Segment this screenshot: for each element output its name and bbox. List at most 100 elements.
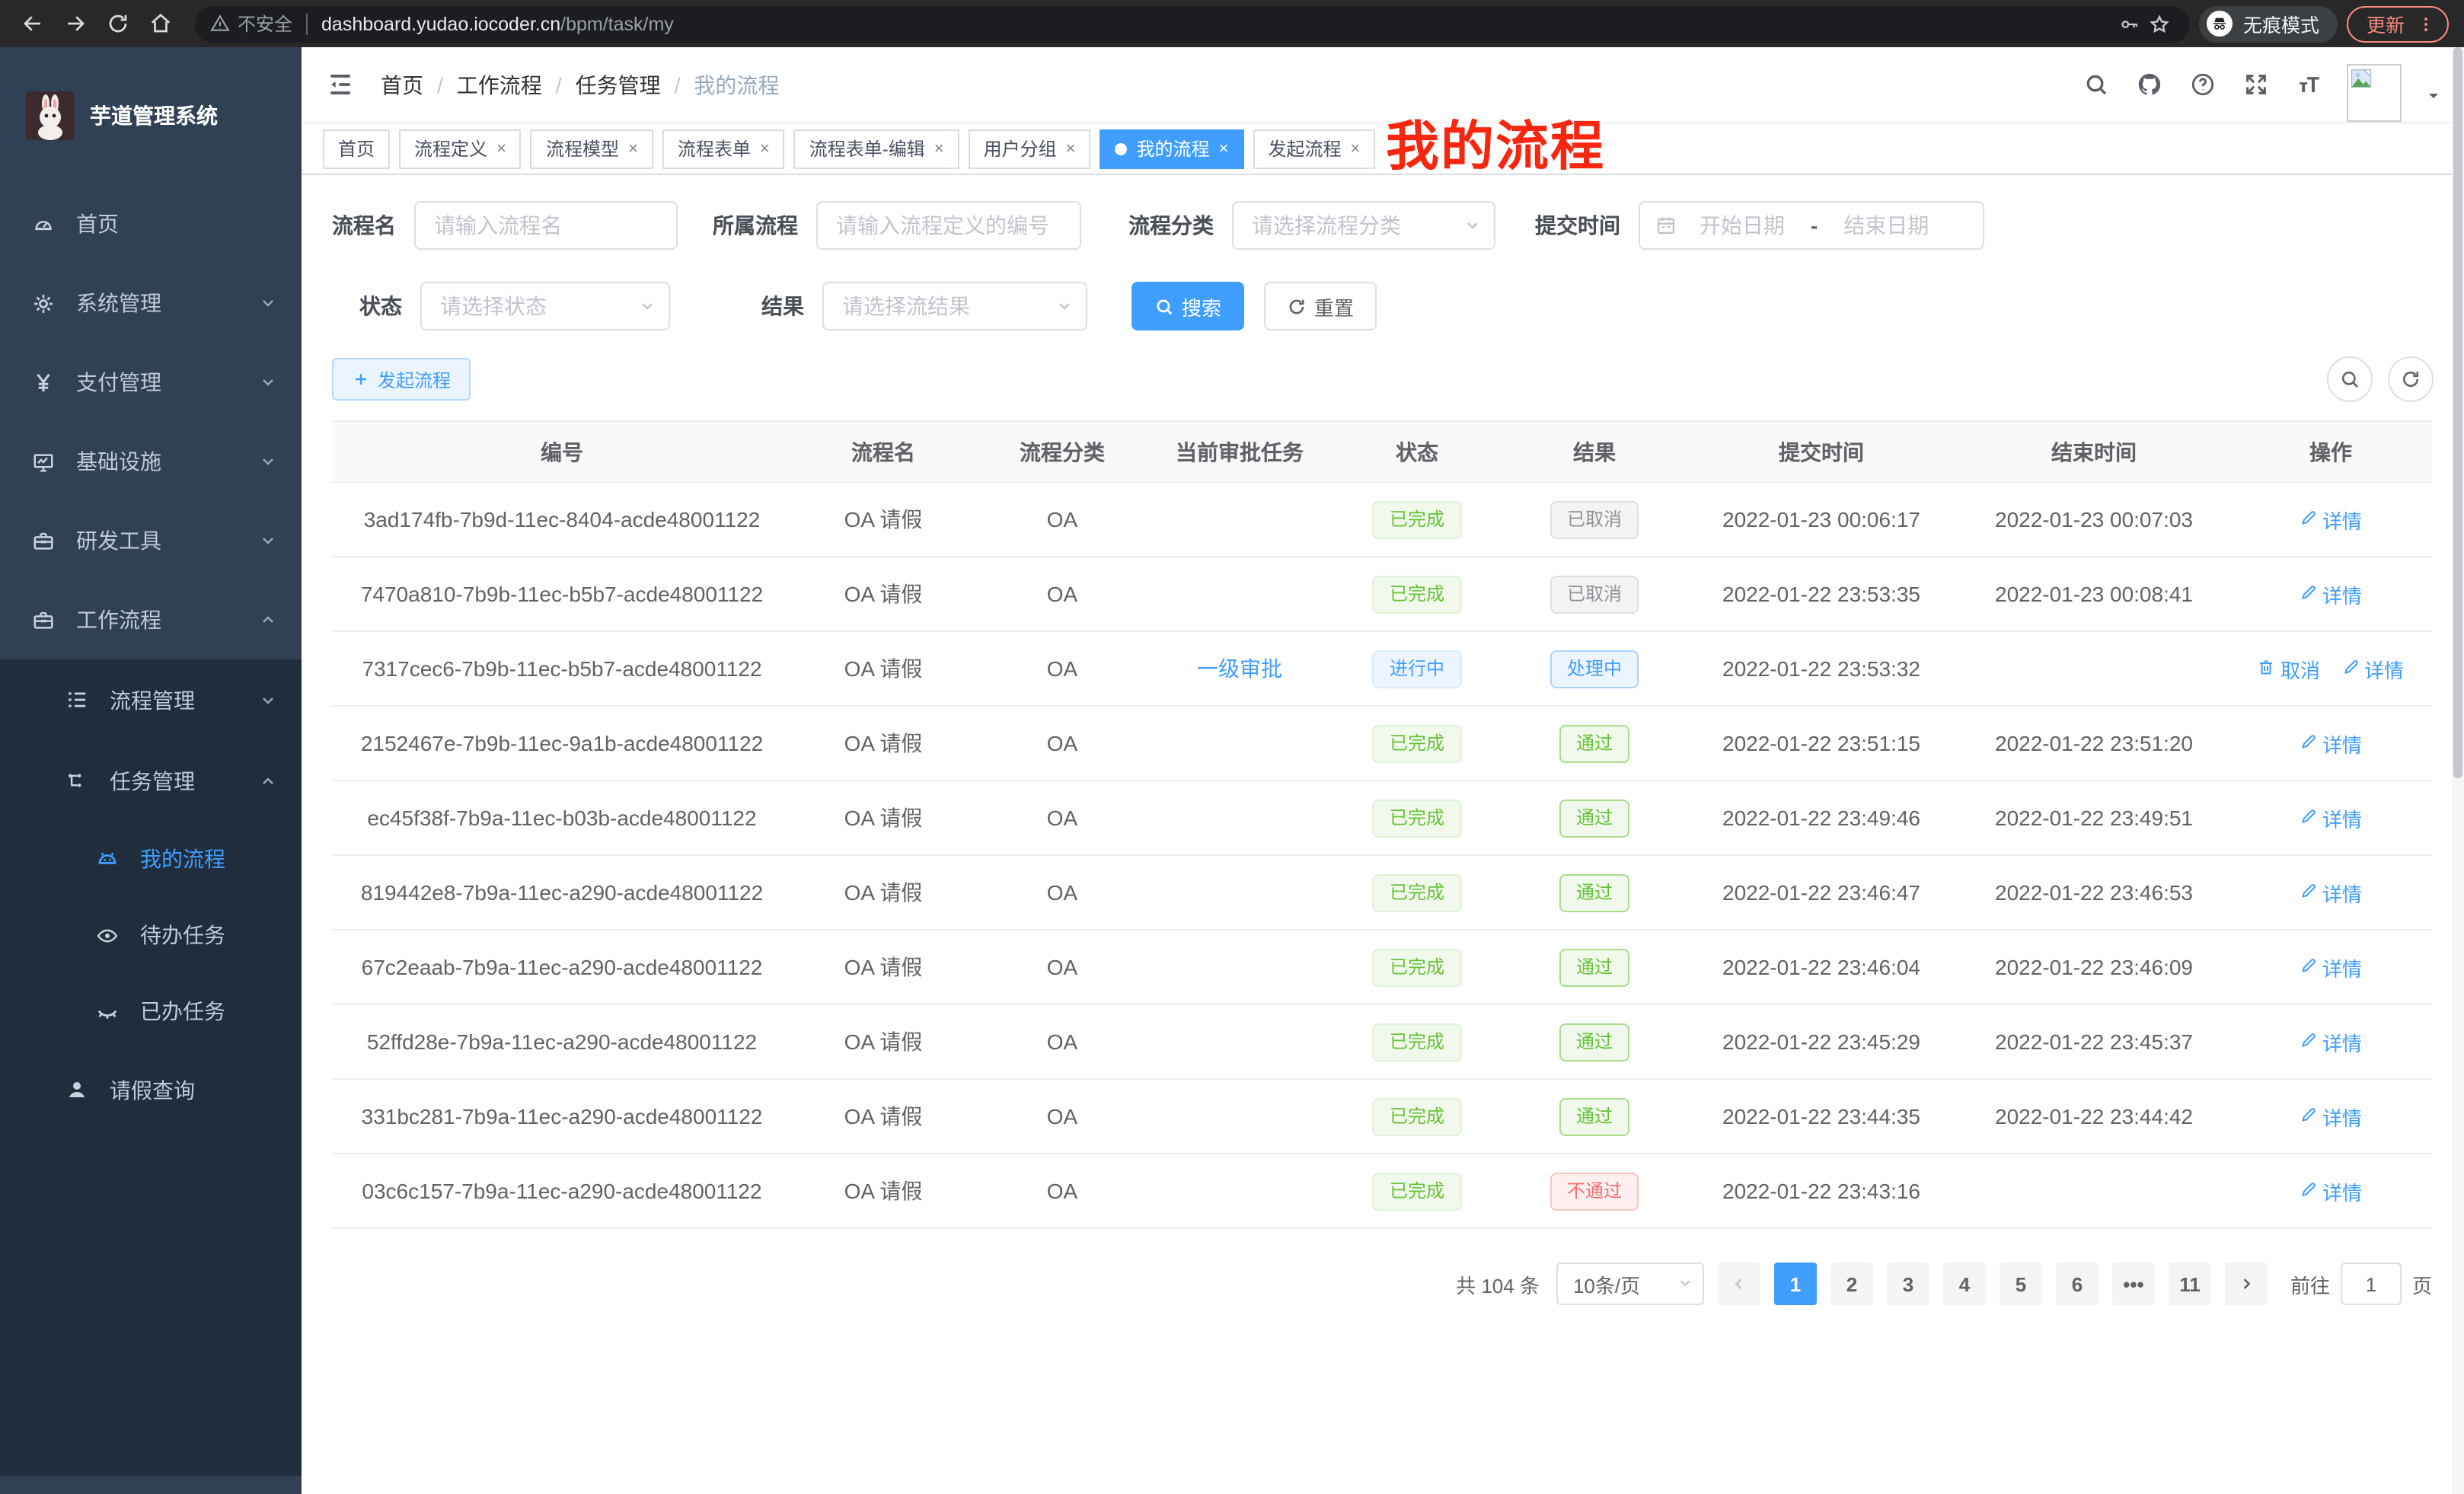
sidebar-item-请假查询[interactable]: 请假查询 — [0, 1049, 302, 1130]
filter-status-input[interactable] — [420, 282, 670, 330]
process-table: 编号流程名流程分类当前审批任务状态结果提交时间结束时间操作 3ad174fb-7… — [332, 420, 2432, 1229]
page-button-2[interactable]: 2 — [1830, 1263, 1873, 1305]
font-size-icon[interactable] — [2293, 69, 2324, 100]
tab-我的流程[interactable]: 我的流程× — [1100, 129, 1244, 168]
cell-category: OA — [975, 482, 1150, 557]
incognito-icon — [2207, 11, 2233, 37]
forward-icon[interactable] — [58, 7, 91, 40]
column-header: 流程分类 — [975, 421, 1150, 482]
page-scrollbar[interactable] — [2452, 47, 2464, 1494]
close-icon[interactable]: × — [1219, 139, 1229, 158]
sidebar-item-基础设施[interactable]: 基础设施 — [0, 422, 302, 501]
close-icon[interactable]: × — [1350, 139, 1360, 158]
github-icon[interactable] — [2134, 69, 2164, 100]
tab-流程表单-编辑[interactable]: 流程表单-编辑× — [794, 129, 959, 168]
breadcrumb-item[interactable]: 任务管理 — [576, 69, 661, 100]
reset-button[interactable]: 重置 — [1264, 282, 1377, 330]
sidebar-logo[interactable]: 芋道管理系统 — [0, 47, 302, 184]
search-icon[interactable] — [2080, 69, 2111, 100]
filter-def-input[interactable] — [816, 201, 1081, 250]
action-详情[interactable]: 详情 — [2300, 953, 2362, 982]
action-详情[interactable]: 详情 — [2300, 505, 2362, 534]
action-详情[interactable]: 详情 — [2300, 1176, 2362, 1205]
avatar-caret-icon[interactable] — [2424, 86, 2443, 104]
key-icon[interactable] — [2114, 8, 2144, 39]
sidebar-item-首页[interactable]: 首页 — [0, 184, 302, 263]
close-icon[interactable]: × — [628, 139, 638, 158]
refresh-button[interactable] — [2388, 356, 2434, 402]
filter-category-input[interactable] — [1232, 201, 1495, 250]
page-button-11[interactable]: 11 — [2169, 1263, 2211, 1305]
column-header: 操作 — [2229, 421, 2432, 482]
close-icon[interactable]: × — [760, 139, 770, 158]
page-button-3[interactable]: 3 — [1887, 1263, 1929, 1305]
filter-time-range[interactable]: 开始日期 - 结束日期 — [1639, 201, 1984, 250]
filter-result-input[interactable] — [822, 282, 1087, 330]
filter-result-select — [822, 282, 1087, 330]
action-详情[interactable]: 详情 — [2300, 1027, 2362, 1056]
tab-label: 用户分组 — [984, 136, 1057, 161]
sidebar-item-流程管理[interactable]: 流程管理 — [0, 659, 302, 740]
close-icon[interactable]: × — [496, 139, 506, 158]
fullscreen-icon[interactable] — [2240, 69, 2271, 100]
back-icon[interactable] — [15, 7, 49, 40]
menu-fold-icon[interactable] — [323, 68, 356, 101]
column-header: 提交时间 — [1684, 421, 1958, 482]
pager-more[interactable]: ••• — [2112, 1263, 2155, 1305]
create-process-button[interactable]: 发起流程 — [332, 358, 471, 401]
sidebar-item-工作流程[interactable]: 工作流程 — [0, 580, 302, 659]
sidebar-item-系统管理[interactable]: 系统管理 — [0, 263, 302, 343]
page-size-select[interactable]: 10条/页 — [1556, 1263, 1704, 1305]
sidebar-item-label: 首页 — [76, 209, 119, 239]
close-icon[interactable]: × — [934, 139, 944, 158]
cell-id: 03c6c157-7b9a-11ec-a290-acde48001122 — [332, 1154, 792, 1228]
prev-page-button[interactable] — [1718, 1263, 1760, 1305]
address-bar[interactable]: 不安全 dashboard.yudao.iocoder.cn/bpm/task/… — [195, 5, 2190, 42]
search-button[interactable]: 搜索 — [1131, 282, 1244, 330]
action-label: 详情 — [2322, 579, 2362, 608]
show-search-button[interactable] — [2327, 356, 2373, 402]
close-icon[interactable]: × — [1066, 139, 1076, 158]
pencil-icon — [2300, 732, 2318, 755]
tab-用户分组[interactable]: 用户分组 × — [969, 129, 1091, 168]
goto-page-input[interactable] — [2341, 1263, 2402, 1305]
sidebar-item-支付管理[interactable]: 支付管理 — [0, 343, 302, 422]
bookmark-star-icon[interactable] — [2144, 8, 2175, 39]
action-详情[interactable]: 详情 — [2341, 654, 2404, 683]
column-header: 当前审批任务 — [1150, 421, 1329, 482]
tab-流程表单[interactable]: 流程表单× — [662, 129, 785, 168]
action-详情[interactable]: 详情 — [2300, 1102, 2362, 1131]
action-详情[interactable]: 详情 — [2300, 729, 2362, 758]
cell-end-time: 2022-01-22 23:45:37 — [1958, 1004, 2229, 1079]
sidebar-item-待办任务[interactable]: 待办任务 — [0, 897, 302, 973]
avatar[interactable] — [2347, 63, 2402, 121]
action-详情[interactable]: 详情 — [2300, 803, 2362, 832]
page-button-6[interactable]: 6 — [2056, 1263, 2099, 1305]
action-详情[interactable]: 详情 — [2300, 878, 2362, 907]
breadcrumb-item[interactable]: 首页 — [381, 69, 423, 100]
browser-menu-icon[interactable] — [2417, 14, 2435, 33]
sidebar-item-任务管理[interactable]: 任务管理 — [0, 740, 302, 821]
home-icon[interactable] — [143, 7, 177, 40]
reload-icon[interactable] — [101, 7, 134, 40]
action-label: 详情 — [2322, 878, 2362, 907]
help-icon[interactable] — [2187, 69, 2217, 100]
scrollbar-thumb[interactable] — [2453, 47, 2462, 778]
tab-流程定义[interactable]: 流程定义× — [399, 129, 522, 168]
sidebar-item-已办任务[interactable]: 已办任务 — [0, 973, 302, 1049]
page-button-5[interactable]: 5 — [2000, 1263, 2042, 1305]
action-取消[interactable]: 取消 — [2258, 654, 2320, 683]
filter-name-input[interactable] — [414, 201, 678, 250]
page-button-1[interactable]: 1 — [1774, 1263, 1817, 1305]
action-详情[interactable]: 详情 — [2300, 579, 2362, 608]
tab-流程模型[interactable]: 流程模型× — [531, 129, 653, 168]
sidebar-item-研发工具[interactable]: 研发工具 — [0, 501, 302, 580]
breadcrumb-item[interactable]: 工作流程 — [457, 69, 542, 100]
task-link[interactable]: 一级审批 — [1197, 656, 1282, 681]
update-button[interactable]: 更新 — [2347, 5, 2449, 42]
page-button-4[interactable]: 4 — [1943, 1263, 1986, 1305]
tab-发起流程[interactable]: 发起流程× — [1253, 129, 1375, 168]
sidebar-item-我的流程[interactable]: 我的流程 — [0, 821, 302, 897]
next-page-button[interactable] — [2225, 1263, 2268, 1305]
tab-首页[interactable]: 首页 — [323, 129, 390, 168]
